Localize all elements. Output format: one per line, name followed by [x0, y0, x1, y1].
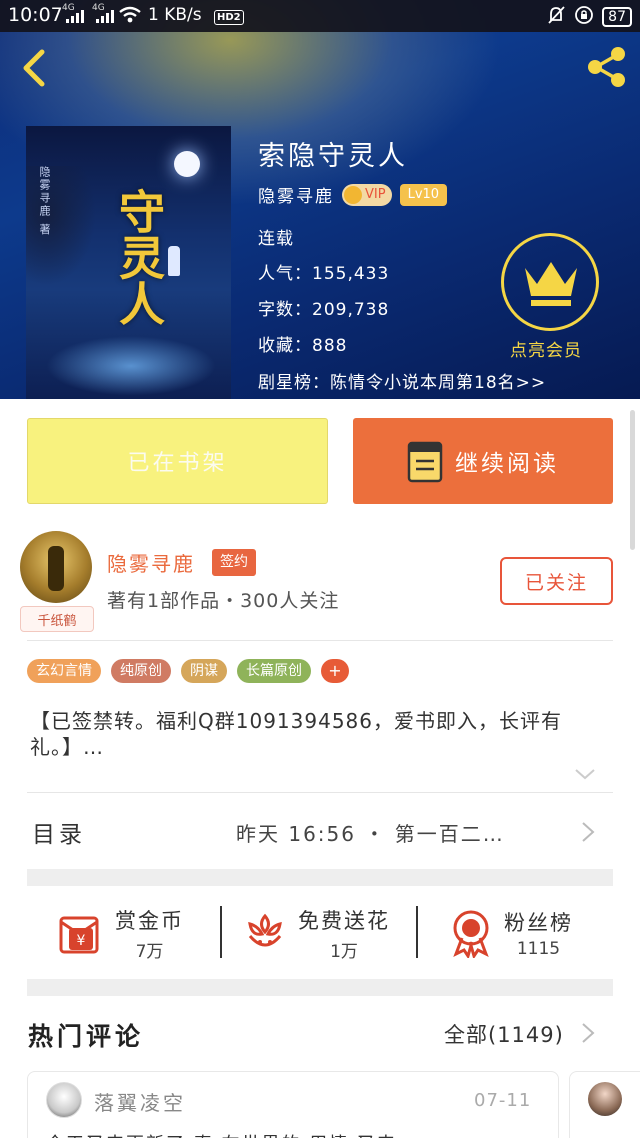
comment-text: 今天又来更新了 真 在世界的 用情 又来: [46, 1130, 397, 1138]
all-comments-link[interactable]: 全部(1149): [444, 1019, 564, 1049]
commenter-avatar[interactable]: [588, 1082, 622, 1116]
tag[interactable]: 阴谋: [181, 659, 227, 683]
chevron-down-icon[interactable]: [574, 766, 596, 780]
fans-ranking-value: 1115: [516, 939, 561, 959]
book-description[interactable]: 【已签禁转。福利Q群1091394586，爱书即入，长评有礼。】…: [30, 708, 600, 760]
fans-ranking-button[interactable]: 粉丝榜 1115: [448, 902, 573, 964]
follow-button[interactable]: 已关注: [500, 557, 613, 605]
hd-voice-icon: HD2: [214, 10, 244, 25]
book-cover[interactable]: 隐雾寻鹿 著 守灵人: [26, 126, 231, 399]
in-shelf-label: 已在书架: [127, 451, 228, 476]
tag[interactable]: 纯原创: [111, 659, 171, 683]
divider: [220, 906, 222, 958]
crown-icon: [344, 185, 362, 204]
tag[interactable]: 长篇原创: [237, 659, 311, 683]
section-gap: [27, 979, 613, 996]
book-title: 索隐守灵人: [258, 141, 408, 172]
avatar-deer: [48, 546, 64, 591]
section-gap: [27, 869, 613, 886]
cover-title: 守灵人: [112, 188, 166, 326]
vip-promo-label[interactable]: 点亮会员: [510, 336, 582, 361]
svg-text:¥: ¥: [77, 933, 86, 949]
cover-glow: [46, 336, 216, 396]
cover-moon: [174, 151, 200, 177]
reward-coin-value: 7万: [135, 941, 164, 962]
vip-promo-button[interactable]: [501, 233, 599, 331]
cover-author: 隐雾寻鹿 著: [38, 166, 51, 237]
status-bar: 10:07 4G 4G 1 KB/s HD2 87: [0, 0, 640, 32]
book-status: 连载: [258, 229, 294, 249]
vip-label: VIP: [365, 187, 386, 202]
author-stats: 著有1部作品・300人关注: [107, 590, 340, 612]
scrollbar[interactable]: [630, 410, 635, 550]
ranking-link[interactable]: 剧星榜：陈情令小说本周第18名>>: [258, 368, 546, 393]
tag-list: 玄幻言情 纯原创 阴谋 长篇原创 +: [27, 659, 349, 683]
book-author-line: 隐雾寻鹿 VIP Lv10: [258, 182, 448, 207]
book-favorites: 收藏：888: [258, 336, 348, 356]
comment-date: 07-11: [474, 1090, 532, 1111]
send-flower-label: 免费送花: [298, 908, 390, 933]
author-name[interactable]: 隐雾寻鹿: [107, 548, 195, 577]
avatar-tag: 千纸鹤: [20, 606, 94, 632]
crown-icon: [525, 262, 577, 306]
toc-label[interactable]: 目录: [32, 815, 86, 849]
back-button[interactable]: [18, 48, 52, 88]
more-tags-button[interactable]: +: [321, 659, 349, 683]
hot-comments-title: 热门评论: [28, 1022, 145, 1051]
continue-reading-label: 继续阅读: [455, 451, 559, 477]
medal-icon: [453, 910, 489, 958]
comment-card[interactable]: [569, 1071, 640, 1138]
divider: [416, 906, 418, 958]
wifi-icon: [118, 6, 142, 28]
vip-badge: VIP: [342, 183, 392, 206]
book-word-count: 字数：209,738: [258, 300, 390, 320]
divider: [27, 640, 613, 641]
signal-icon: [66, 10, 84, 23]
signal-icon-2: [96, 10, 114, 23]
chevron-right-icon[interactable]: [580, 821, 596, 843]
signed-badge: 签约: [212, 549, 256, 576]
author-avatar[interactable]: [20, 531, 92, 603]
book-author[interactable]: 隐雾寻鹿: [258, 182, 334, 207]
commenter-avatar[interactable]: [46, 1082, 82, 1118]
comment-card[interactable]: 落翼凌空 07-11 今天又来更新了 真 在世界的 用情 又来: [27, 1071, 559, 1138]
battery-icon: 87: [602, 7, 632, 27]
reward-coin-label: 赏金币: [115, 908, 184, 933]
network-speed: 1 KB/s: [148, 5, 202, 25]
lock-rotation-icon: [574, 5, 594, 29]
red-envelope-icon: ¥: [59, 916, 99, 954]
level-badge: Lv10: [399, 183, 448, 206]
book-icon: [407, 441, 443, 483]
book-popularity: 人气：155,433: [258, 264, 390, 284]
send-flower-value: 1万: [330, 941, 358, 962]
continue-reading-button[interactable]: 继续阅读: [353, 418, 613, 504]
tag[interactable]: 玄幻言情: [27, 659, 101, 683]
cover-figure: [168, 246, 180, 276]
book-header: 10:07 4G 4G 1 KB/s HD2 87 隐雾寻鹿 著 守灵人 索隐守…: [0, 0, 640, 399]
status-time: 10:07: [8, 4, 63, 26]
fans-ranking-label: 粉丝榜: [504, 911, 573, 935]
flower-icon: [248, 913, 282, 947]
divider: [27, 792, 613, 793]
send-flower-button[interactable]: 免费送花 1万: [242, 902, 390, 964]
follow-label: 已关注: [524, 571, 588, 594]
chevron-right-icon[interactable]: [580, 1022, 596, 1044]
mute-icon: [546, 5, 566, 29]
toc-latest-chapter[interactable]: 昨天 16:56 ・ 第一百二…: [236, 818, 505, 847]
share-button[interactable]: [584, 45, 628, 89]
reward-coin-button[interactable]: ¥ 赏金币 7万: [55, 902, 184, 964]
in-shelf-button[interactable]: 已在书架: [27, 418, 328, 504]
commenter-name[interactable]: 落翼凌空: [94, 1087, 186, 1116]
